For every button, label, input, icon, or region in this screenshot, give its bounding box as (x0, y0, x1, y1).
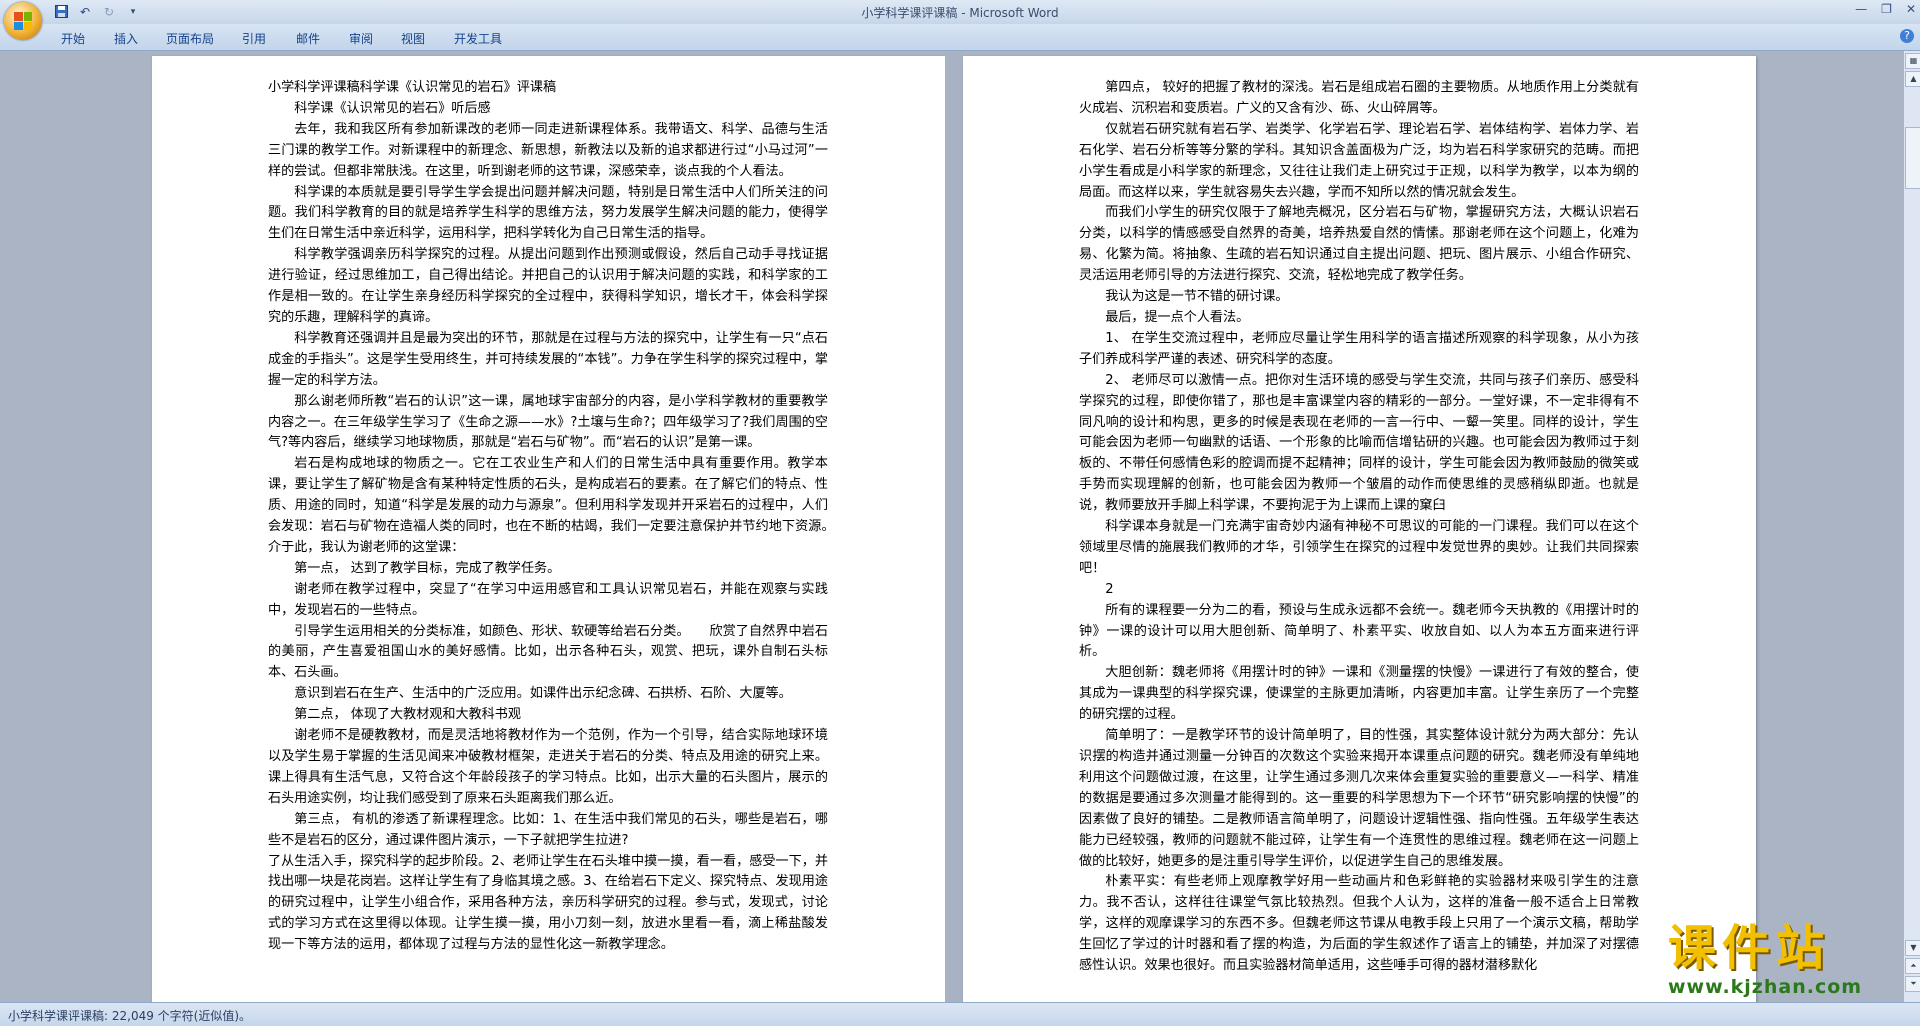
paragraph: 意识到岩石在生产、生活中的广泛应用。如课件出示纪念碑、石拱桥、石阶、大厦等。 (294, 686, 792, 702)
office-logo-icon (14, 12, 32, 30)
tab-home[interactable]: 开始 (61, 30, 85, 47)
word-count-status[interactable]: 小学科学课评课稿: 22,049 个字符(近似值)。 (8, 1007, 251, 1024)
paragraph: 科学课《认识常见的岩石》听后感 (294, 100, 491, 116)
document-area: 小学科学评课稿科学课《认识常见的岩石》评课稿 科学课《认识常见的岩石》听后感 去… (0, 51, 1920, 1002)
paragraph: 科学课的本质就是要引导学生学会提出问题并解决问题，特别是日常生活中人们所关注的问… (268, 184, 828, 242)
paragraph: 科学教学强调亲历科学探究的过程。从提出问题到作出预测或假设，然后自己动手寻找证据… (268, 247, 828, 325)
ruler-toggle-icon[interactable]: ▦ (1905, 53, 1920, 69)
page-text-right: 第四点， 较好的把握了教材的深浅。岩石是组成岩石圈的主要物质。从地质作用上分类就… (1079, 78, 1639, 977)
page-text-left: 小学科学评课稿科学课《认识常见的岩石》评课稿 科学课《认识常见的岩石》听后感 去… (268, 78, 855, 956)
paragraph: 了从生活入手，探究科学的起步阶段。2、老师让学生在石头堆中摸一摸，看一看，感受一… (268, 853, 828, 953)
scroll-thumb[interactable] (1905, 127, 1920, 189)
paragraph: 最后，提一点个人看法。 (1105, 309, 1250, 325)
watermark-url: www.kjzhan.com (1668, 976, 1863, 998)
watermark-title: 课件站 (1668, 920, 1831, 976)
tab-review[interactable]: 审阅 (349, 30, 373, 47)
paragraph: 第一点， 达到了教学目标，完成了教学任务。 (294, 560, 561, 576)
paragraph: 简单明了：一是教学环节的设计简单明了，目的性强，其实整体设计就分为两大部分：先认… (1079, 728, 1639, 869)
paragraph: 朴素平实：有些老师上观摩教学好用一些动画片和色彩鲜艳的实验器材来吸引学生的注意力… (1079, 874, 1639, 974)
paragraph: 引导学生运用相关的分类标准，如颜色、形状、软硬等给岩石分类。 欣赏了自然界中岩石… (268, 623, 828, 681)
tab-insert[interactable]: 插入 (114, 30, 138, 47)
paragraph: 去年，我和我区所有参加新课改的老师一同走进新课程体系。我带语文、科学、品德与生活… (268, 121, 828, 179)
window-title: 小学科学课评课稿 - Microsoft Word (861, 6, 1059, 20)
office-button[interactable] (4, 2, 42, 40)
window-controls: — ❐ ✕ (1855, 2, 1916, 16)
tab-developer[interactable]: 开发工具 (454, 30, 502, 47)
paragraph: 岩石是构成地球的物质之一。它在工农业生产和人们的日常生活中具有重要作用。教学本课… (268, 456, 855, 555)
ribbon-tabs: 开始 插入 页面布局 引用 邮件 审阅 视图 开发工具 ? (0, 24, 1920, 51)
title-bar: ↶ ↻ ▾ 小学科学课评课稿 - Microsoft Word — ❐ ✕ (0, 0, 1920, 40)
paragraph: 所有的课程要一分为二的看，预设与生成永远都不会统一。魏老师今天执教的《用摆计时的… (1079, 602, 1639, 660)
tab-mailings[interactable]: 邮件 (296, 30, 320, 47)
watermark-logo: 课件站 www.kjzhan.com (1668, 920, 1918, 1000)
help-icon[interactable]: ? (1900, 29, 1914, 43)
paragraph: 我认为这是一节不错的研讨课。 (1105, 289, 1289, 305)
status-bar: 小学科学课评课稿: 22,049 个字符(近似值)。 (0, 1002, 1920, 1026)
tab-page-layout[interactable]: 页面布局 (166, 30, 214, 47)
tab-references[interactable]: 引用 (242, 30, 266, 47)
tab-view[interactable]: 视图 (401, 30, 425, 47)
paragraph: 第三点， 有机的渗透了新课程理念。比如：1、在生活中我们常见的石头，哪些是岩石，… (268, 811, 828, 848)
paragraph: 那么谢老师所教“岩石的认识”这一课，属地球宇宙部分的内容，是小学科学教材的重要教… (268, 393, 828, 451)
document-page-left[interactable]: 小学科学评课稿科学课《认识常见的岩石》评课稿 科学课《认识常见的岩石》听后感 去… (152, 56, 945, 1002)
paragraph: 科学课本身就是一门充满宇宙奇妙内涵有神秘不可思议的可能的一门课程。我们可以在这个… (1079, 519, 1639, 576)
scroll-up-icon[interactable]: ▲ (1905, 71, 1920, 87)
paragraph: 2、 老师尽可以激情一点。把你对生活环境的感受与学生交流，共同与孩子们亲历、感受… (1079, 372, 1639, 514)
document-page-right[interactable]: 第四点， 较好的把握了教材的深浅。岩石是组成岩石圈的主要物质。从地质作用上分类就… (963, 56, 1756, 1002)
paragraph: 仅就岩石研究就有岩石学、岩类学、化学岩石学、理论岩石学、岩体结构学、岩体力学、岩… (1079, 121, 1639, 200)
paragraph: 科学教育还强调并且是最为突出的环节，那就是在过程与方法的探究中，让学生有一只“点… (268, 330, 828, 388)
paragraph: 第四点， 较好的把握了教材的深浅。岩石是组成岩石圈的主要物质。从地质作用上分类就… (1079, 80, 1639, 116)
minimize-icon[interactable]: — (1855, 2, 1867, 16)
paragraph: 而我们小学生的研究仅限于了解地壳概况，区分岩石与矿物，掌握研究方法，大概认识岩石… (1079, 205, 1639, 284)
paragraph: 谢老师不是硬教教材，而是灵活地将教材作为一个范例，作为一个引导，结合实际地球环境… (268, 728, 828, 806)
page-divider (945, 51, 963, 1002)
paragraph: 第二点， 体现了大教材观和大教科书观 (294, 707, 521, 723)
paragraph: 2 (1105, 581, 1114, 597)
restore-icon[interactable]: ❐ (1881, 2, 1892, 16)
paragraph: 1、 在学生交流过程中，老师应尽量让学生用科学的语言描述所观察的科学现象，从小为… (1079, 330, 1639, 367)
close-icon[interactable]: ✕ (1906, 2, 1916, 16)
paragraph: 大胆创新：魏老师将《用摆计时的钟》一课和《测量摆的快慢》一课进行了有效的整合，使… (1079, 665, 1639, 723)
doc-title: 小学科学评课稿科学课《认识常见的岩石》评课稿 (268, 80, 557, 95)
paragraph: 谢老师在教学过程中，突显了“在学习中运用感官和工具认识常见岩石，并能在观察与实践… (268, 581, 828, 618)
vertical-scrollbar[interactable]: ▦ ▲ ▼ ⏶ ⏷ (1903, 51, 1920, 1002)
